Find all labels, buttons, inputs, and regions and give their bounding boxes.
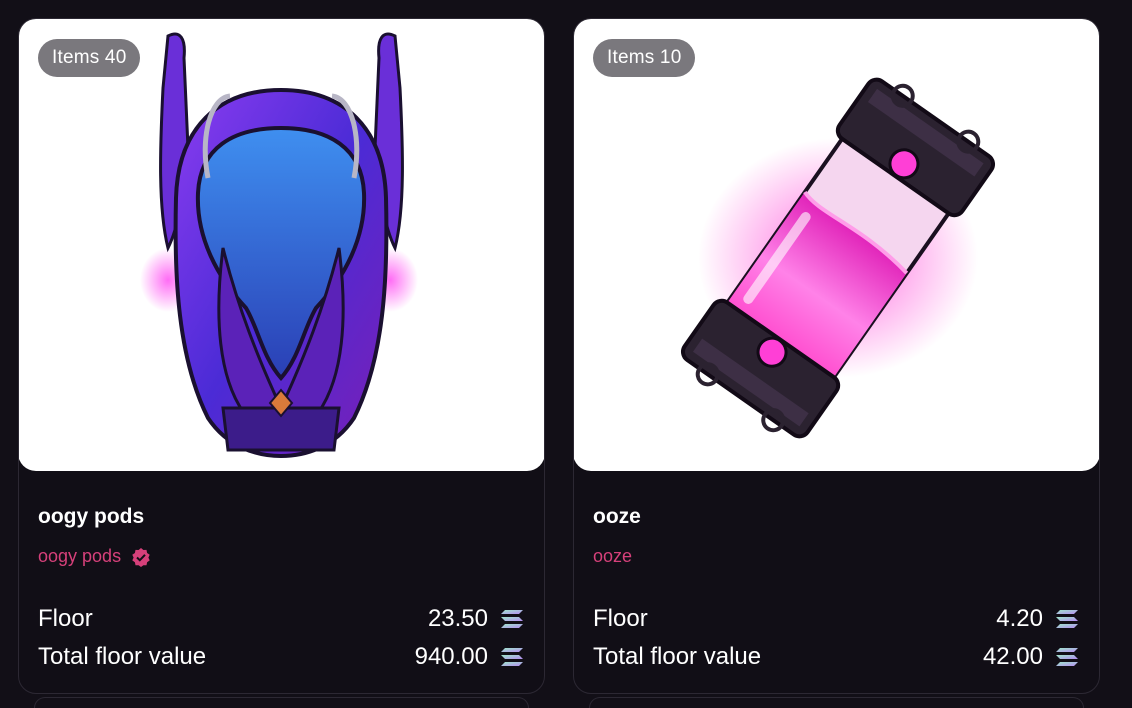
total-floor-label: Total floor value — [38, 643, 207, 670]
total-floor-label: Total floor value — [593, 643, 762, 670]
total-floor-row: Total floor value 940.00 — [38, 639, 524, 675]
next-row-card-edge — [589, 697, 1084, 708]
nft-image — [574, 19, 1099, 471]
floor-value: 23.50 — [427, 605, 488, 632]
total-floor-value: 42.00 — [982, 643, 1043, 670]
items-count-badge: Items 40 — [38, 39, 141, 77]
solana-icon — [1055, 646, 1079, 668]
collection-name: ooze — [593, 546, 633, 566]
solana-icon — [500, 646, 524, 668]
floor-row: Floor 23.50 — [38, 601, 524, 637]
collection-link[interactable]: ooze — [593, 546, 632, 567]
solana-icon — [500, 608, 524, 630]
collection-card-oogy-pods[interactable]: Items 40 oogy pods oogy pods Floor 23.50… — [18, 18, 545, 694]
card-title: oogy pods — [38, 505, 145, 528]
floor-label: Floor — [38, 605, 93, 632]
card-title: ooze — [593, 505, 641, 528]
solana-icon — [1055, 608, 1079, 630]
total-floor-value: 940.00 — [414, 643, 488, 670]
next-row-card-edge — [34, 697, 529, 708]
collection-card-ooze[interactable]: Items 10 ooze ooze Floor 4.20 Total floo… — [573, 18, 1100, 694]
collection-link[interactable]: oogy pods — [38, 546, 151, 567]
nft-image — [19, 19, 544, 471]
floor-value: 4.20 — [996, 605, 1043, 632]
floor-row: Floor 4.20 — [593, 601, 1079, 637]
items-count-badge: Items 10 — [593, 39, 696, 77]
total-floor-row: Total floor value 42.00 — [593, 639, 1079, 675]
collection-name: oogy pods — [38, 546, 122, 566]
floor-label: Floor — [593, 605, 648, 632]
verified-badge-icon — [132, 547, 150, 567]
